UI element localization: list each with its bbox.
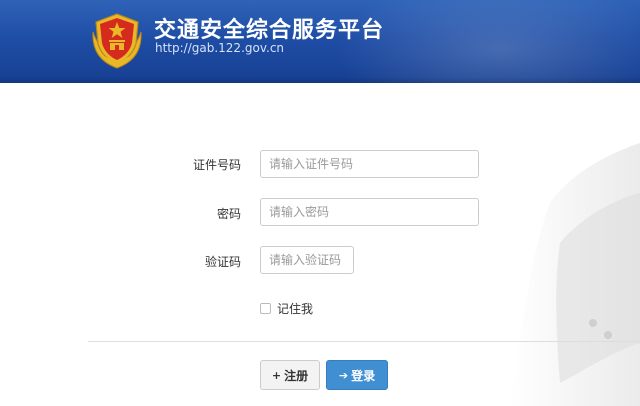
form-divider bbox=[88, 341, 640, 342]
login-button[interactable]: ➔ 登录 bbox=[326, 360, 388, 390]
login-label: 登录 bbox=[351, 368, 376, 383]
remember-me[interactable]: 记住我 bbox=[260, 300, 313, 316]
password-label: 密码 bbox=[216, 207, 241, 221]
site-title: 交通安全综合服务平台 bbox=[154, 18, 385, 43]
police-emblem-icon bbox=[92, 13, 142, 69]
header-banner: 交通安全综合服务平台 http://gab.122.gov.cn bbox=[0, 0, 640, 83]
captcha-label: 验证码 bbox=[204, 255, 241, 269]
remember-label: 记住我 bbox=[277, 301, 314, 316]
id-number-label: 证件号码 bbox=[192, 158, 241, 172]
remember-checkbox[interactable] bbox=[260, 302, 271, 314]
password-input[interactable] bbox=[260, 198, 479, 226]
captcha-input[interactable] bbox=[260, 246, 354, 274]
plus-icon: + bbox=[271, 368, 282, 382]
site-url: http://gab.122.gov.cn bbox=[155, 41, 285, 55]
id-number-input[interactable] bbox=[260, 150, 479, 178]
login-arrow-icon: ➔ bbox=[338, 368, 349, 382]
background-decoration bbox=[490, 83, 640, 406]
register-label: 注册 bbox=[284, 368, 309, 383]
register-button[interactable]: + 注册 bbox=[260, 360, 320, 390]
